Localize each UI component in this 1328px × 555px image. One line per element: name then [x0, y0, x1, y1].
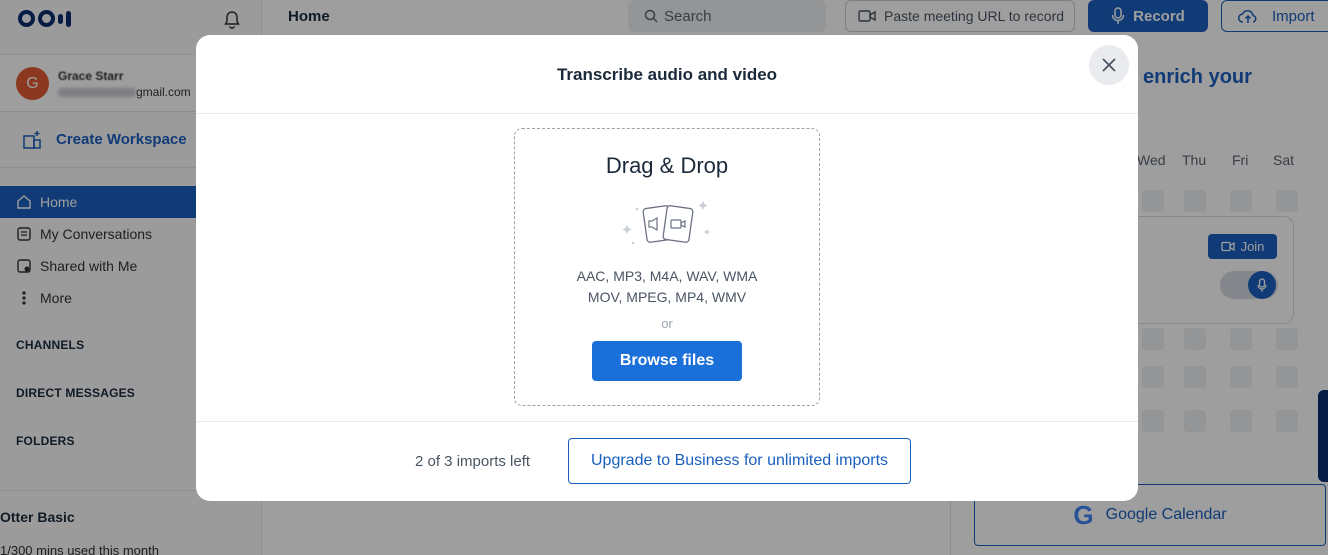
- supported-formats: AAC, MP3, M4A, WAV, WMA MOV, MPEG, MP4, …: [515, 266, 819, 308]
- drop-zone[interactable]: Drag & Drop AAC, MP3, M4A, WAV, WMA MOV,…: [514, 128, 820, 406]
- close-button[interactable]: [1089, 45, 1129, 85]
- modal-title: Transcribe audio and video: [556, 65, 778, 84]
- transcribe-modal: Transcribe audio and video Drag & Drop A…: [196, 35, 1138, 501]
- media-files-icon: [622, 201, 710, 245]
- or-divider: or: [661, 316, 673, 331]
- drop-zone-title: Drag & Drop: [605, 153, 729, 178]
- formats-audio: AAC, MP3, M4A, WAV, WMA: [576, 268, 758, 284]
- browse-files-button[interactable]: Browse files: [592, 341, 742, 381]
- formats-video: MOV, MPEG, MP4, WMV: [587, 289, 747, 305]
- imports-left-text: 2 of 3 imports left: [415, 453, 531, 470]
- close-icon: [1102, 58, 1116, 72]
- upgrade-button[interactable]: Upgrade to Business for unlimited import…: [568, 438, 911, 484]
- modal-footer: 2 of 3 imports left Upgrade to Business …: [196, 421, 1138, 501]
- modal-header: Transcribe audio and video: [196, 35, 1138, 114]
